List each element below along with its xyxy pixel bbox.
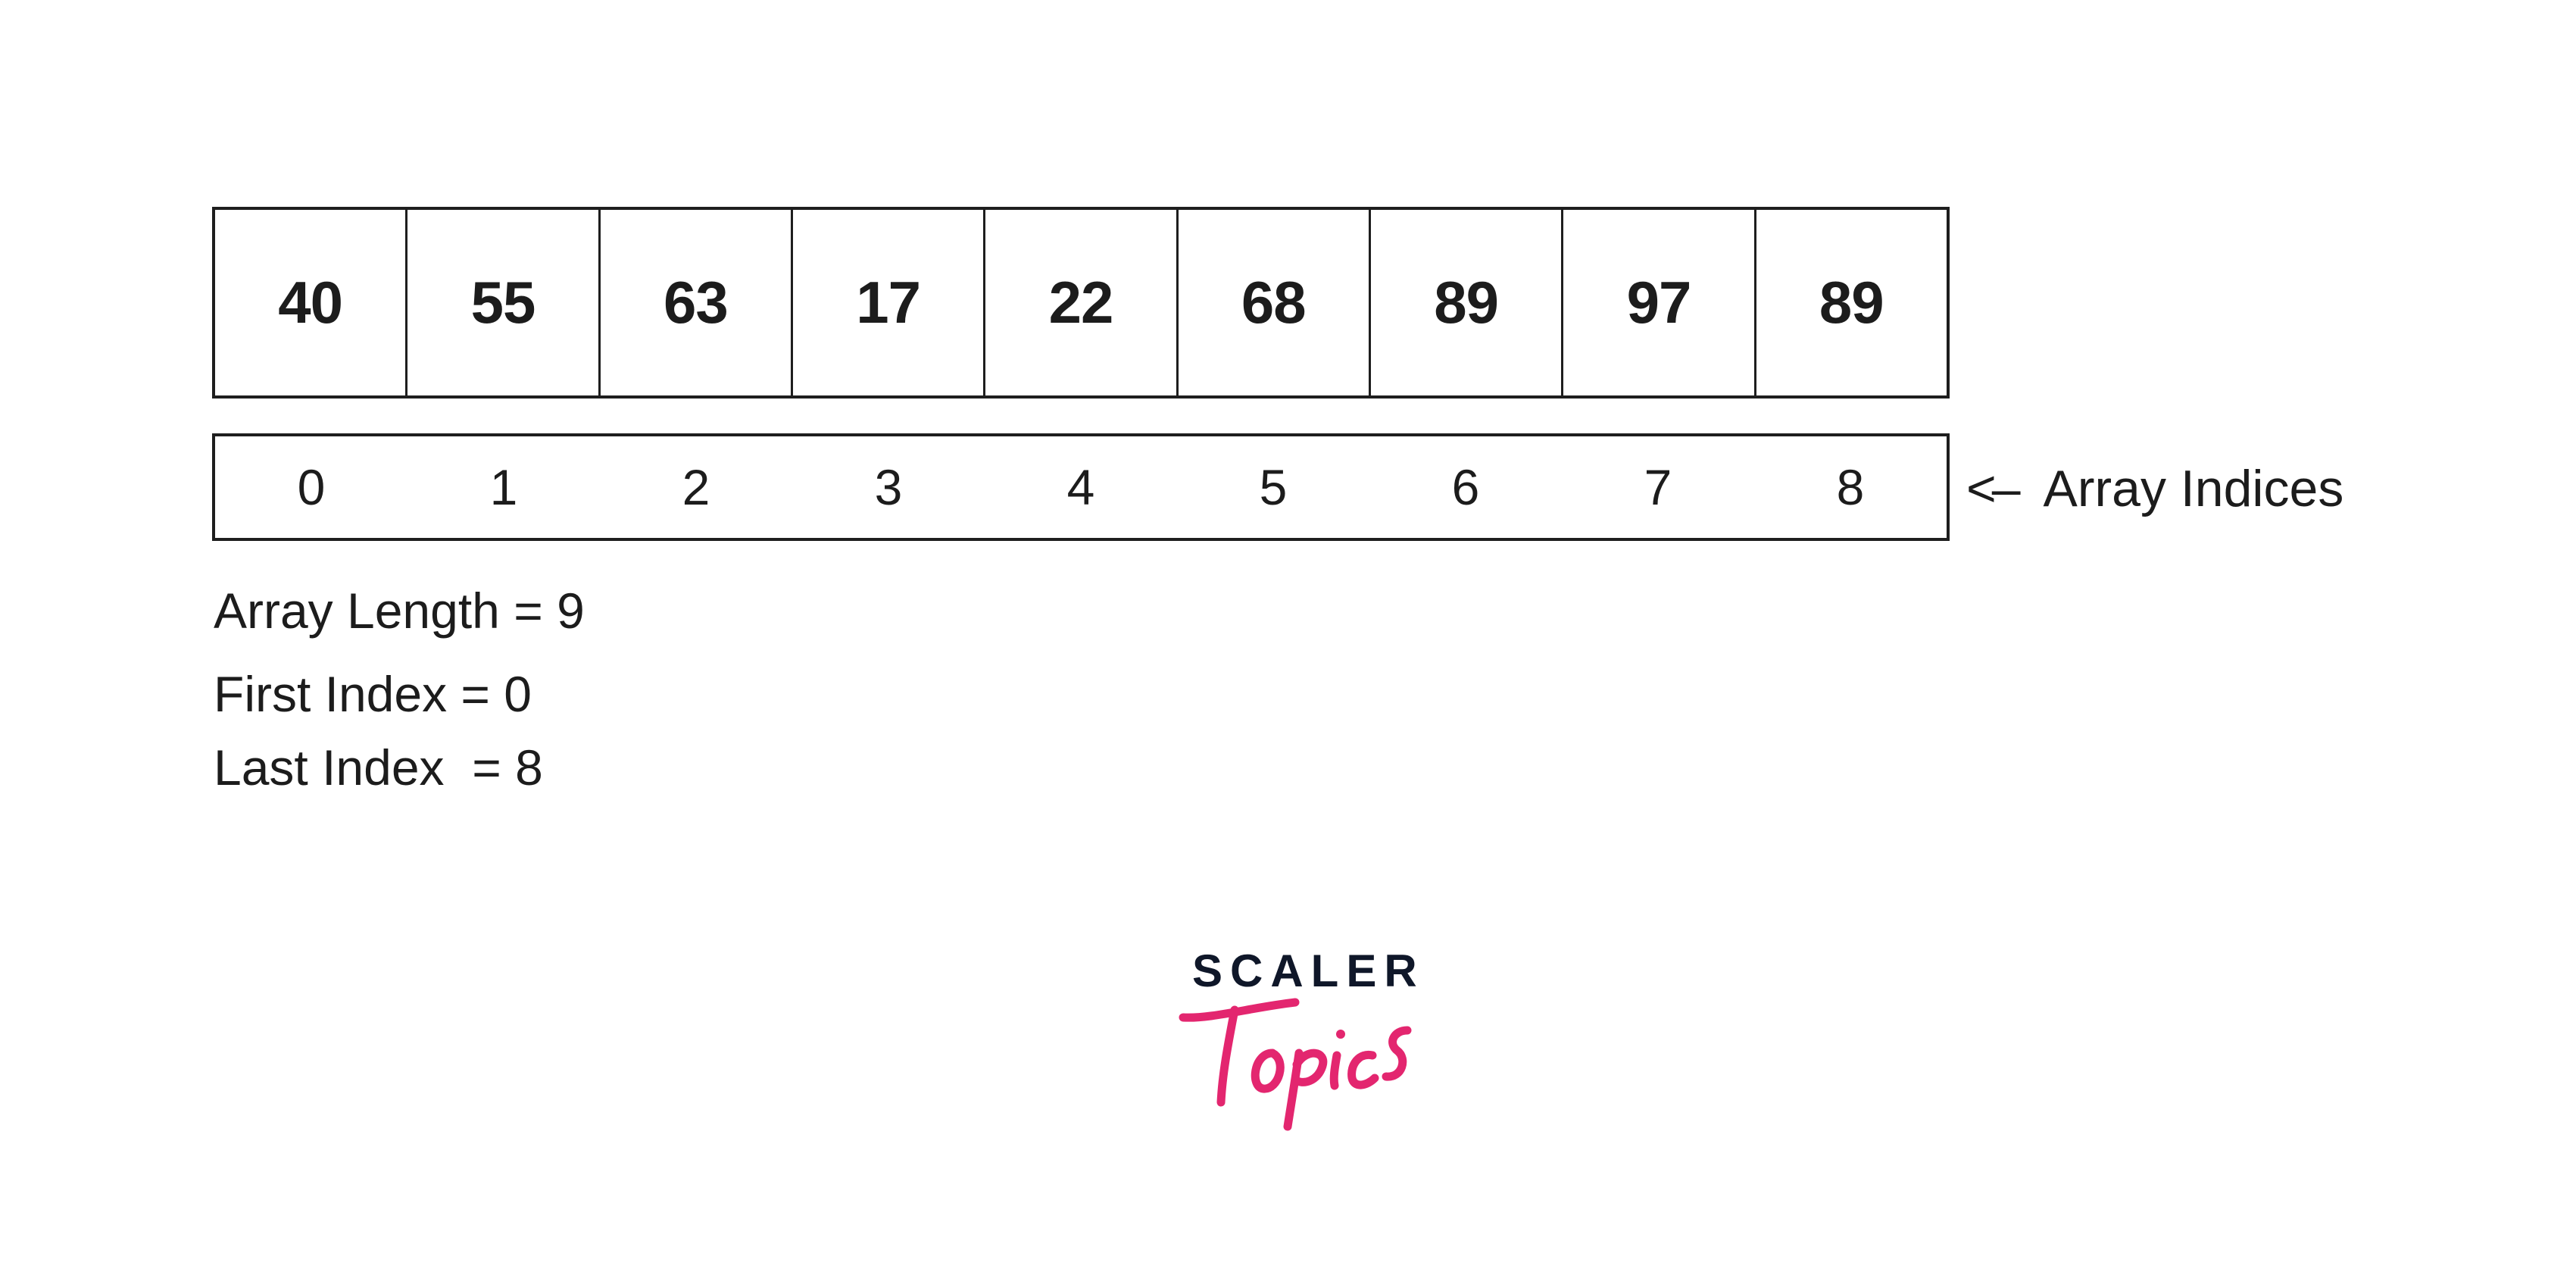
first-index-text: First Index = 0: [214, 666, 532, 722]
logo-letter-t-bar: [1179, 998, 1300, 1022]
array-index-cell: 7: [1644, 459, 1672, 515]
array-value-cell: 89: [1371, 210, 1564, 395]
array-value-cell: 97: [1563, 210, 1756, 395]
logo-letter-o: [1251, 1049, 1285, 1093]
array-index-cell: 5: [1259, 459, 1288, 515]
left-arrow-icon: <–: [1966, 460, 2020, 517]
array-value-cell: 89: [1819, 269, 1884, 336]
array-index-cell: 2: [682, 459, 710, 515]
logo-letter-t-stem: [1216, 1005, 1239, 1107]
logo-letter-s: [1382, 1026, 1412, 1081]
scaler-topics-logo: SCALER Topics: [1166, 936, 1424, 1133]
last-index-text: Last Index = 8: [214, 739, 543, 795]
array-index-cell: 1: [489, 459, 518, 515]
array-length-text: Array Length = 9: [214, 583, 585, 639]
array-value-cell: 68: [1179, 210, 1371, 395]
logo-letter-i: [1329, 1051, 1341, 1090]
array-value-cell: 55: [407, 210, 601, 395]
array-index-cell: 8: [1836, 459, 1865, 515]
logo-letter-i-dot: [1336, 1030, 1345, 1039]
logo-topics-script: [1179, 998, 1412, 1131]
array-index-cell: 3: [874, 459, 903, 515]
array-values-row: 40 55 63 17 22 68 89 97 89: [212, 207, 1950, 399]
array-value-cell: 22: [985, 210, 1179, 395]
indices-label: Array Indices: [2043, 460, 2344, 517]
logo-letter-p: [1283, 1049, 1328, 1131]
logo-letter-c: [1347, 1050, 1379, 1089]
array-index-cell: 6: [1451, 459, 1480, 515]
indices-annotation: <– Array Indices: [1966, 459, 2343, 518]
array-index-cell: 0: [297, 459, 326, 515]
array-value-cell: 17: [793, 210, 986, 395]
array-value-cell: 63: [601, 210, 793, 395]
array-value-cell: 40: [215, 210, 408, 395]
array-indices-row: 0 1 2 3 4 5 6 7 8: [212, 433, 1950, 541]
array-index-cell: 4: [1066, 459, 1095, 515]
